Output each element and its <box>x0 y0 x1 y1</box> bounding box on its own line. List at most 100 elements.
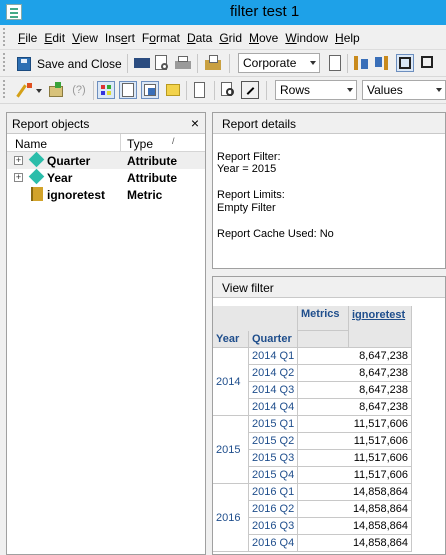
quarter-cell[interactable]: 2015 Q4 <box>249 467 298 484</box>
format-page-icon[interactable] <box>326 54 344 72</box>
metric-value-cell[interactable]: 11,517,606 <box>349 416 412 433</box>
grid-graph-icon[interactable] <box>419 54 437 72</box>
save-and-close-button[interactable]: Save and Close <box>17 54 122 73</box>
quarter-cell-spacer[interactable] <box>298 399 349 416</box>
menu-item[interactable]: Help <box>335 31 360 45</box>
column-name-header[interactable]: Name <box>15 137 47 151</box>
sort-ascending-icon[interactable] <box>352 54 370 72</box>
report-object-row[interactable]: + Year Attribute <box>7 168 205 186</box>
quarter-cell[interactable]: 2014 Q3 <box>249 382 298 399</box>
metric-value-cell[interactable]: 11,517,606 <box>349 433 412 450</box>
quarter-cell[interactable]: 2014 Q1 <box>249 348 298 365</box>
report-object-name: Year <box>47 171 73 185</box>
metric-value-cell[interactable]: 14,858,864 <box>349 535 412 552</box>
menu-item[interactable]: Grid <box>219 31 242 45</box>
template-select[interactable]: Corporate <box>238 53 320 73</box>
year-cell[interactable]: 2015 <box>213 416 249 484</box>
metric-value-cell[interactable]: 14,858,864 <box>349 501 412 518</box>
menu-item[interactable]: Format <box>142 31 180 45</box>
quarter-cell-spacer[interactable] <box>298 484 349 501</box>
app-icon[interactable] <box>6 4 22 20</box>
values-select-value: Values <box>367 83 403 97</box>
report-data-icon[interactable] <box>47 81 65 99</box>
menu-item[interactable]: Window <box>285 31 328 45</box>
menu-item[interactable]: Data <box>187 31 212 45</box>
find-icon[interactable] <box>219 81 237 99</box>
grid-corner[interactable] <box>213 306 298 331</box>
metric-value-cell[interactable]: 8,647,238 <box>349 348 412 365</box>
metric-value-cell[interactable]: 8,647,238 <box>349 399 412 416</box>
quarter-cell[interactable]: 2015 Q3 <box>249 450 298 467</box>
menu-item[interactable]: View <box>72 31 98 45</box>
quarter-cell[interactable]: 2015 Q1 <box>249 416 298 433</box>
menu-grip[interactable] <box>3 28 9 46</box>
view-filter-panel: View filter Metrics ignoretest Year Quarter… <box>212 276 446 555</box>
year-cell[interactable]: 2016 <box>213 484 249 552</box>
view-filter-icon[interactable] <box>141 81 159 99</box>
quarter-cell[interactable]: 2014 Q4 <box>249 399 298 416</box>
quarter-cell-spacer[interactable] <box>298 518 349 535</box>
year-cell[interactable]: 2014 <box>213 348 249 416</box>
quarter-cell[interactable]: 2016 Q3 <box>249 518 298 535</box>
values-select[interactable]: Values <box>362 80 446 100</box>
expand-icon[interactable]: + <box>14 156 23 165</box>
quarter-cell-spacer[interactable] <box>298 433 349 450</box>
quarter-cell-spacer[interactable] <box>298 348 349 365</box>
year-column-header[interactable]: Year <box>213 331 249 348</box>
expand-icon[interactable]: + <box>14 173 23 182</box>
metric-value-cell[interactable]: 11,517,606 <box>349 467 412 484</box>
chevron-down-icon <box>310 61 316 65</box>
wand-icon[interactable] <box>16 81 35 99</box>
report-objects-panel: Report objects × Name Type / + Quarter Att… <box>6 112 206 555</box>
metrics-header[interactable]: Metrics <box>298 306 349 331</box>
open-book-icon[interactable] <box>133 54 151 72</box>
metrics-header-spacer[interactable] <box>298 331 349 348</box>
report-object-name: ignoretest <box>47 188 106 202</box>
metric-value-cell[interactable]: 11,517,606 <box>349 450 412 467</box>
export-icon[interactable] <box>204 54 222 72</box>
report-objects-icon[interactable] <box>119 81 137 99</box>
quarter-column-header[interactable]: Quarter <box>249 331 298 348</box>
help-disabled-icon[interactable]: (?) <box>70 81 88 99</box>
report-object-row[interactable]: ignoretest Metric <box>7 186 205 203</box>
rows-select[interactable]: Rows <box>275 80 357 100</box>
report-cache-status: Report Cache Used: No <box>217 228 334 240</box>
metric-column-header[interactable]: ignoretest <box>349 306 412 348</box>
chevron-down-icon[interactable] <box>35 81 43 99</box>
quarter-cell-spacer[interactable] <box>298 467 349 484</box>
quarter-cell-spacer[interactable] <box>298 450 349 467</box>
print-icon[interactable] <box>174 54 192 72</box>
quarter-cell[interactable]: 2016 Q4 <box>249 535 298 552</box>
quarter-cell-spacer[interactable] <box>298 535 349 552</box>
quarter-cell[interactable]: 2016 Q2 <box>249 501 298 518</box>
menu-item[interactable]: Move <box>249 31 278 45</box>
quarter-cell-spacer[interactable] <box>298 501 349 518</box>
report-object-row[interactable]: + Quarter Attribute <box>7 151 205 169</box>
quarter-cell-spacer[interactable] <box>298 365 349 382</box>
toolbar-grip[interactable] <box>3 80 9 98</box>
menu-item[interactable]: Insert <box>105 31 135 45</box>
page-by-icon[interactable] <box>191 81 209 99</box>
column-type-header[interactable]: Type <box>127 137 153 151</box>
grid-view-icon[interactable] <box>396 54 414 72</box>
view-filter-header[interactable]: View filter <box>213 277 445 298</box>
metric-value-cell[interactable]: 8,647,238 <box>349 365 412 382</box>
quarter-cell[interactable]: 2016 Q1 <box>249 484 298 501</box>
menu-item[interactable]: File <box>18 31 37 45</box>
shortcut-arrow-icon[interactable] <box>241 81 259 99</box>
metric-value-cell[interactable]: 14,858,864 <box>349 484 412 501</box>
note-icon[interactable] <box>164 81 182 99</box>
quarter-cell-spacer[interactable] <box>298 416 349 433</box>
object-browser-icon[interactable] <box>97 81 115 99</box>
metric-value-cell[interactable]: 8,647,238 <box>349 382 412 399</box>
sort-descending-icon[interactable] <box>373 54 391 72</box>
menu-item[interactable]: Edit <box>44 31 65 45</box>
quarter-cell[interactable]: 2014 Q2 <box>249 365 298 382</box>
quarter-cell-spacer[interactable] <box>298 382 349 399</box>
quarter-cell[interactable]: 2015 Q2 <box>249 433 298 450</box>
metric-value-cell[interactable]: 14,858,864 <box>349 518 412 535</box>
column-divider[interactable] <box>120 134 121 152</box>
print-preview-icon[interactable] <box>153 54 171 72</box>
close-icon[interactable]: × <box>191 115 199 131</box>
toolbar-grip[interactable] <box>3 53 9 71</box>
